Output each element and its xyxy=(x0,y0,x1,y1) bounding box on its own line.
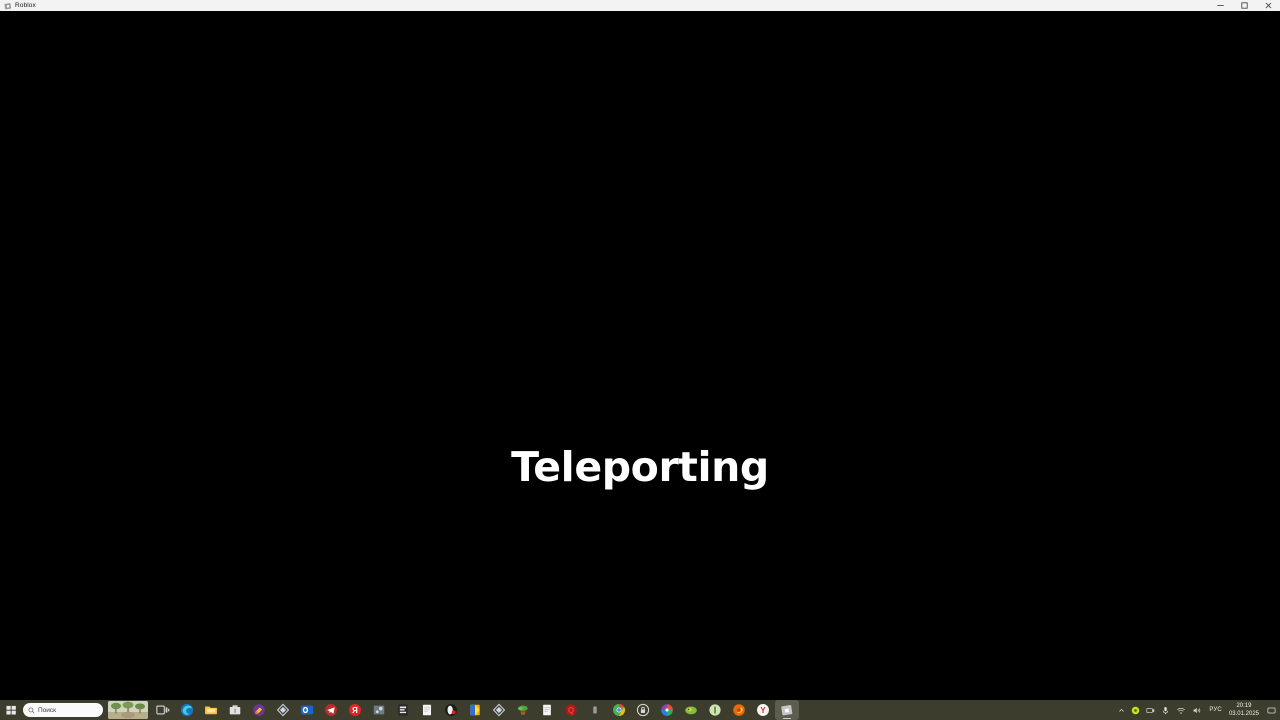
chevron-up-icon[interactable] xyxy=(1115,700,1128,720)
taskbar-item-lock-app[interactable] xyxy=(631,700,655,720)
wifi-icon[interactable] xyxy=(1173,700,1189,720)
roblox-game-viewport[interactable]: Teleporting xyxy=(0,11,1280,700)
microphone-icon[interactable] xyxy=(1158,700,1173,720)
clock[interactable]: 20:19 03.01.2025 xyxy=(1226,702,1264,718)
teleporting-status-text: Teleporting xyxy=(511,442,769,491)
taskbar-item-diamond-app[interactable] xyxy=(271,700,295,720)
taskbar-item-file-explorer[interactable] xyxy=(199,700,223,720)
search-placeholder: Поиск xyxy=(38,706,57,714)
window-title: Roblox xyxy=(15,1,36,9)
speaker-icon[interactable] xyxy=(1189,700,1205,720)
close-button[interactable] xyxy=(1256,0,1280,11)
roblox-icon xyxy=(4,2,12,10)
taskbar-item-folder-app[interactable] xyxy=(463,700,487,720)
taskbar-item-yandex-browser[interactable]: Y xyxy=(751,700,775,720)
taskbar-item-document-app[interactable] xyxy=(535,700,559,720)
windows-taskbar[interactable]: Поиск Я Q Y РУС 20:19 03.01.2025 xyxy=(0,700,1280,720)
screen-root: Roblox Teleporting Поиск Я Q Y РУС 20:19… xyxy=(0,0,1280,720)
taskbar-item-small-app[interactable] xyxy=(583,700,607,720)
minimize-button[interactable] xyxy=(1208,0,1232,11)
svg-text:Y: Y xyxy=(760,706,766,715)
start-button[interactable] xyxy=(3,701,20,719)
taskbar-item-microsoft-edge[interactable] xyxy=(175,700,199,720)
taskbar-item-diamond-app-2[interactable] xyxy=(487,700,511,720)
taskbar-left-group: Поиск Я Q Y xyxy=(0,700,799,720)
taskbar-item-green-app[interactable] xyxy=(679,700,703,720)
taskbar-item-q-app[interactable]: Q xyxy=(559,700,583,720)
taskbar-item-pill-app[interactable] xyxy=(703,700,727,720)
taskbar-item-roblox[interactable] xyxy=(775,700,799,720)
camera-icon[interactable] xyxy=(1143,700,1158,720)
titlebar-left-group: Roblox xyxy=(0,2,36,10)
taskbar-item-google-chrome[interactable] xyxy=(607,700,631,720)
notification-icon[interactable] xyxy=(1264,700,1278,720)
taskbar-item-paint[interactable] xyxy=(247,700,271,720)
taskbar-item-yandex[interactable]: Я xyxy=(343,700,367,720)
taskbar-app-icons: Я Q Y xyxy=(151,700,799,720)
language-indicator[interactable]: РУС xyxy=(1205,707,1226,713)
search-input[interactable]: Поиск xyxy=(23,703,103,717)
taskbar-item-telegram[interactable] xyxy=(319,700,343,720)
taskbar-item-opera-gx[interactable] xyxy=(439,700,463,720)
system-tray: РУС 20:19 03.01.2025 xyxy=(1115,700,1280,720)
weather-widget-thumbnail[interactable] xyxy=(108,701,148,719)
taskbar-item-microsoft-store[interactable] xyxy=(223,700,247,720)
taskbar-item-epic-games[interactable] xyxy=(391,700,415,720)
svg-text:Я: Я xyxy=(352,706,358,715)
taskbar-item-firefox[interactable] xyxy=(727,700,751,720)
clock-time: 20:19 xyxy=(1236,703,1252,709)
clock-date: 03.01.2025 xyxy=(1228,711,1259,717)
taskbar-item-color-wheel-app[interactable] xyxy=(655,700,679,720)
green-circle-icon[interactable] xyxy=(1128,700,1143,720)
taskbar-item-steam[interactable] xyxy=(367,700,391,720)
taskbar-item-notepad[interactable] xyxy=(415,700,439,720)
svg-text:Q: Q xyxy=(568,706,574,715)
taskbar-item-outlook[interactable] xyxy=(295,700,319,720)
search-icon xyxy=(28,701,35,719)
window-controls xyxy=(1208,0,1280,11)
taskbar-item-plant-app[interactable] xyxy=(511,700,535,720)
maximize-button[interactable] xyxy=(1232,0,1256,11)
taskbar-item-task-view[interactable] xyxy=(151,700,175,720)
